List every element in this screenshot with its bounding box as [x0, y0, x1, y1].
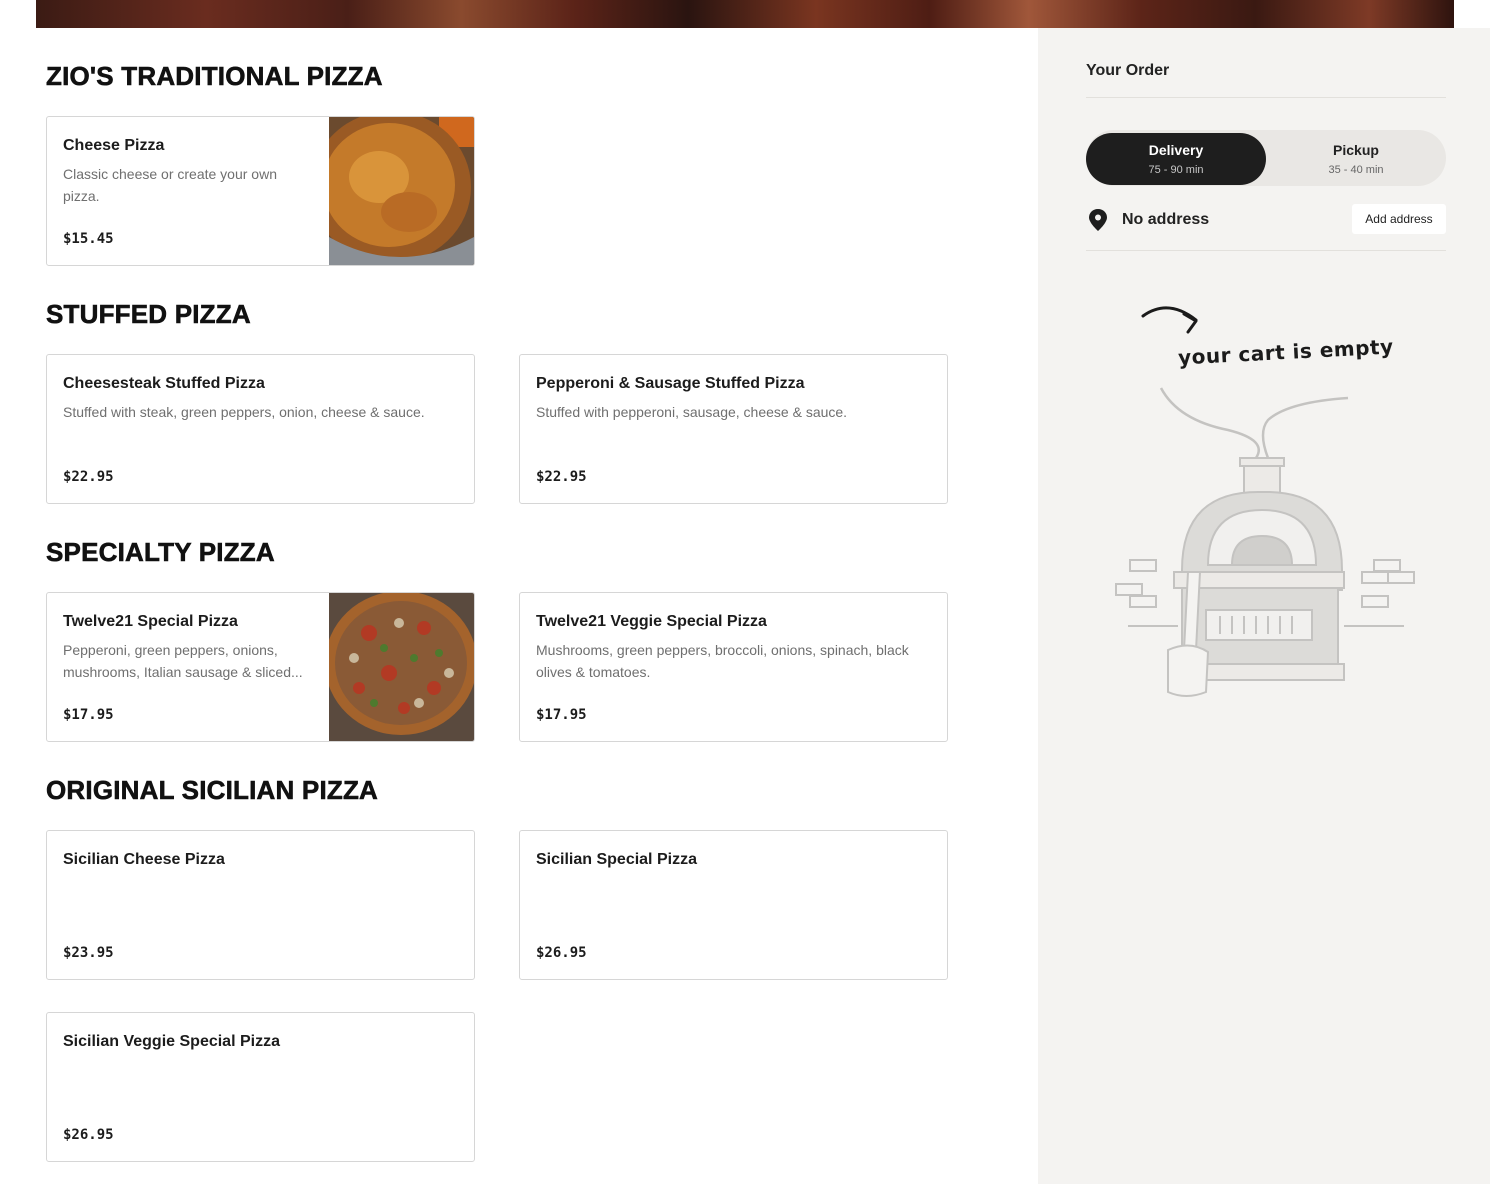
- order-title: Your Order: [1086, 62, 1170, 79]
- item-description: Stuffed with steak, green peppers, onion…: [63, 404, 425, 420]
- location-pin-icon: [1089, 209, 1107, 231]
- item-name: Twelve21 Special Pizza: [63, 613, 238, 630]
- item-name: Cheese Pizza: [63, 137, 165, 154]
- item-name: Sicilian Cheese Pizza: [63, 851, 225, 868]
- item-description: Pepperoni, green peppers, onions, mushro…: [63, 642, 303, 680]
- item-price: $23.95: [63, 945, 114, 961]
- item-name: Twelve21 Veggie Special Pizza: [536, 613, 767, 630]
- section-title: STUFFED PIZZA: [46, 299, 251, 330]
- order-sidebar: Your Order Delivery 75 - 90 min Pickup 3…: [1038, 28, 1490, 1184]
- item-price: $17.95: [63, 707, 114, 723]
- item-name: Sicilian Veggie Special Pizza: [63, 1033, 280, 1050]
- item-description: Stuffed with pepperoni, sausage, cheese …: [536, 404, 848, 420]
- menu-item-card[interactable]: Cheese Pizza Classic cheese or create yo…: [46, 116, 475, 266]
- section-title: ZIO'S TRADITIONAL PIZZA: [46, 61, 383, 92]
- pickup-option[interactable]: Pickup 35 - 40 min: [1266, 133, 1446, 185]
- menu-item-card[interactable]: Twelve21 Veggie Special Pizza Mushrooms,…: [519, 592, 948, 742]
- divider: [1086, 97, 1446, 98]
- menu-item-card[interactable]: Sicilian Special Pizza $26.95: [519, 830, 948, 980]
- menu-item-card[interactable]: Cheesesteak Stuffed Pizza Stuffed with s…: [46, 354, 475, 504]
- menu-item-card[interactable]: Sicilian Cheese Pizza $23.95: [46, 830, 475, 980]
- address-text: No address: [1122, 211, 1210, 228]
- item-price: $15.45: [63, 231, 114, 247]
- menu-item-card[interactable]: Twelve21 Special Pizza Pepperoni, green …: [46, 592, 475, 742]
- item-description: Mushrooms, green peppers, broccoli, onio…: [536, 642, 909, 680]
- hero-banner-image: [36, 0, 1454, 28]
- section-title: ORIGINAL SICILIAN PIZZA: [46, 775, 379, 806]
- menu-item-card[interactable]: Sicilian Veggie Special Pizza $26.95: [46, 1012, 475, 1162]
- item-name: Sicilian Special Pizza: [536, 851, 697, 868]
- menu-item-card[interactable]: Pepperoni & Sausage Stuffed Pizza Stuffe…: [519, 354, 948, 504]
- item-price: $22.95: [536, 469, 587, 485]
- address-row: No address Add address: [1086, 204, 1446, 236]
- special-pizza-photo: [329, 593, 474, 741]
- item-price: $22.95: [63, 469, 114, 485]
- add-address-button[interactable]: Add address: [1352, 204, 1446, 234]
- item-price: $17.95: [536, 707, 587, 723]
- item-name: Pepperoni & Sausage Stuffed Pizza: [536, 375, 805, 392]
- delivery-time: 75 - 90 min: [1148, 164, 1204, 176]
- item-price: $26.95: [536, 945, 587, 961]
- delivery-option[interactable]: Delivery 75 - 90 min: [1086, 133, 1266, 185]
- cheese-pizza-photo: [329, 117, 474, 265]
- pickup-label: Pickup: [1333, 142, 1379, 158]
- fulfillment-toggle: Delivery 75 - 90 min Pickup 35 - 40 min: [1086, 130, 1446, 186]
- divider: [1086, 250, 1446, 251]
- item-name: Cheesesteak Stuffed Pizza: [63, 375, 265, 392]
- pickup-time: 35 - 40 min: [1328, 164, 1384, 176]
- section-title: SPECIALTY PIZZA: [46, 537, 275, 568]
- item-description: Classic cheese or create your own pizza.: [63, 166, 277, 204]
- delivery-label: Delivery: [1148, 142, 1204, 158]
- item-price: $26.95: [63, 1127, 114, 1143]
